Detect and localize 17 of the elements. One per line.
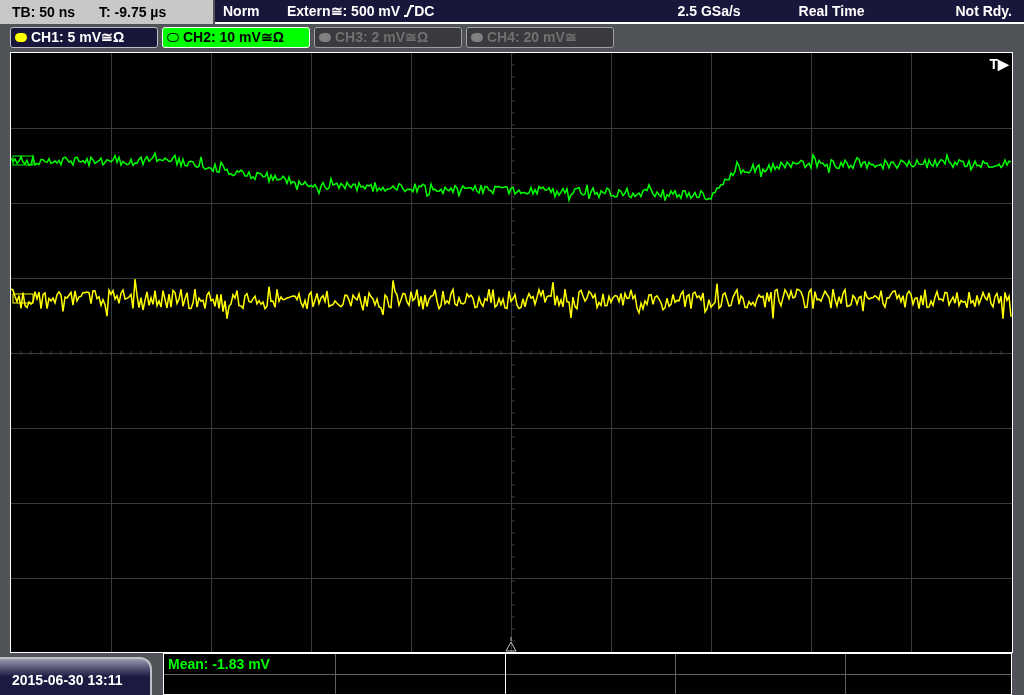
trigger-position-marker: T▶	[989, 55, 1009, 74]
timebase-text[interactable]: TB: 50 ns	[12, 1, 75, 23]
trigger-state-text: Not Rdy.	[955, 1, 1012, 21]
channel-tab[interactable]: CH2: 10 mV≅Ω	[162, 27, 310, 48]
channel-marker-icon	[12, 293, 34, 304]
channel-marker-icon	[12, 155, 34, 166]
sample-rate-text: 2.5 GSa/s	[677, 1, 741, 21]
measurement-text: Mean: -1.83 mV	[168, 655, 270, 674]
acquisition-mode-text[interactable]: Real Time	[798, 0, 865, 22]
channel-tab[interactable]: CH1: 5 mV≅Ω	[10, 27, 158, 48]
trigger-position-icon	[505, 636, 517, 652]
rising-edge-icon	[404, 5, 415, 17]
trigger-time-text[interactable]: T: -9.75 µs	[99, 1, 167, 23]
trigger-source-text[interactable]: Extern≅: 500 mV	[287, 0, 401, 22]
date-time-text: 2015-06-30 13:11	[12, 671, 123, 690]
trigger-mode-text[interactable]: Norm	[223, 0, 287, 22]
trigger-coupling-text[interactable]: DC	[414, 0, 435, 22]
